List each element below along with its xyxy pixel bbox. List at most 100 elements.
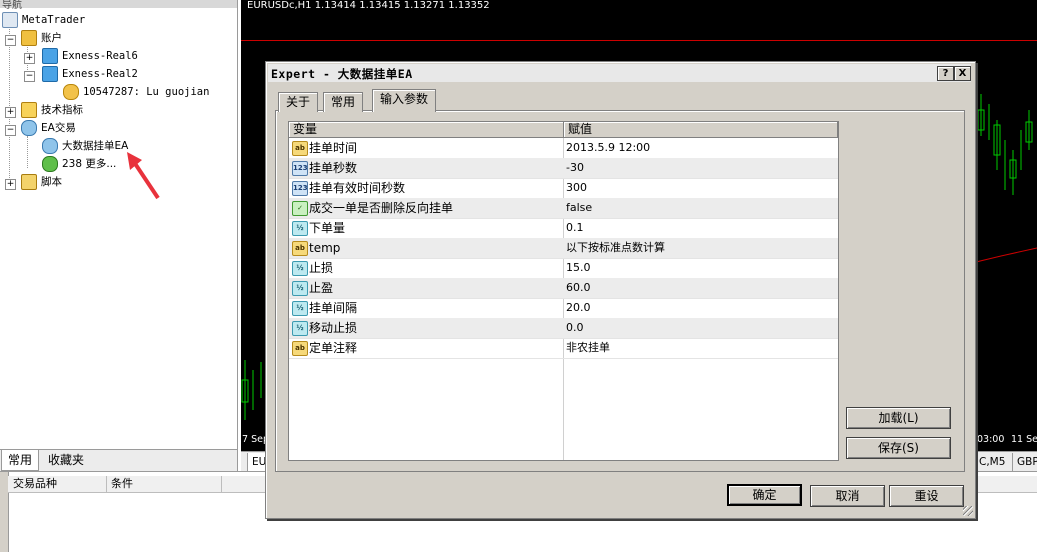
param-type-ab-icon: ab	[292, 141, 308, 156]
parameters-header: 变量 赋值	[289, 122, 838, 138]
param-type-v2-icon: ½	[292, 221, 308, 236]
header-value[interactable]: 赋值	[564, 122, 838, 137]
ok-button[interactable]: 确定	[727, 484, 802, 506]
expert-advisor-icon	[42, 138, 58, 154]
header-variable[interactable]: 变量	[289, 122, 564, 137]
user-icon	[63, 84, 79, 100]
parameter-value[interactable]: 以下按标准点数计算	[566, 238, 834, 258]
parameters-table: 变量 赋值 ab 挂单时间 2013.5.9 12:00 123 挂单秒数 -30 123 挂…	[288, 121, 839, 461]
parameter-row[interactable]: ½ 止损 15.0	[289, 258, 838, 279]
chart-date-right: 11 Sep	[1011, 434, 1037, 445]
tree-ea[interactable]: EA交易	[21, 119, 76, 137]
tree-account-user-label: 10547287: Lu guojian	[83, 86, 210, 98]
tree-accounts[interactable]: 账户	[21, 29, 62, 47]
chart-title: EURUSDc,H1 1.13414 1.13415 1.13271 1.133…	[247, 0, 490, 11]
tab-about[interactable]: 关于	[278, 92, 319, 112]
resize-grip-icon[interactable]	[963, 506, 973, 516]
chart-level-line	[241, 40, 1037, 41]
dialog-titlebar[interactable]: Expert - 大数据挂单EA ? X	[268, 64, 971, 82]
navigator-tab-common[interactable]: 常用	[1, 450, 40, 471]
expand-scripts-icon[interactable]: +	[5, 179, 16, 190]
parameter-row[interactable]: ½ 止盈 60.0	[289, 278, 838, 299]
param-type-ab-icon: ab	[292, 341, 308, 356]
tree-accounts-label: 账户	[41, 32, 62, 44]
expand-account-1-icon[interactable]: +	[24, 53, 35, 64]
chart-tab-gbp[interactable]: GBP	[1012, 453, 1037, 471]
indicator-icon	[21, 102, 37, 118]
tree-ea-item-label: 大数据挂单EA	[62, 140, 129, 152]
cancel-button[interactable]: 取消	[810, 485, 885, 507]
help-button[interactable]: ?	[937, 66, 954, 81]
tree-account-1[interactable]: Exness-Real6	[42, 47, 138, 65]
parameter-value[interactable]: 15.0	[566, 258, 834, 278]
expand-accounts-icon[interactable]: −	[5, 35, 16, 46]
parameter-value[interactable]: 20.0	[566, 298, 834, 318]
tree-ea-more-label: 238 更多...	[62, 158, 117, 170]
expand-account-2-icon[interactable]: −	[24, 71, 35, 82]
close-button[interactable]: X	[954, 66, 971, 81]
expand-ea-icon[interactable]: −	[5, 125, 16, 136]
parameter-row[interactable]: ab 定单注释 非农挂单	[289, 338, 838, 359]
tree-indicators[interactable]: 技术指标	[21, 101, 83, 119]
parameter-name: 挂单时间	[309, 141, 358, 155]
param-type-v2-icon: ½	[292, 281, 308, 296]
tree-root[interactable]: MetaTrader	[2, 11, 85, 29]
parameter-row[interactable]: 123 挂单有效时间秒数 300	[289, 178, 838, 199]
parameter-row[interactable]: ½ 下单量 0.1	[289, 218, 838, 239]
parameter-row[interactable]: 123 挂单秒数 -30	[289, 158, 838, 179]
parameter-row[interactable]: ab 挂单时间 2013.5.9 12:00	[289, 138, 838, 159]
reset-button[interactable]: 重设	[889, 485, 964, 507]
save-button[interactable]: 保存(S)	[846, 437, 951, 459]
parameter-name: 挂单间隔	[309, 301, 358, 315]
param-type-bool-icon: ✓	[292, 201, 308, 216]
parameter-row[interactable]: ½ 移动止损 0.0	[289, 318, 838, 339]
server-icon	[42, 66, 58, 82]
annotation-arrow-icon	[127, 152, 160, 200]
parameter-name: 止损	[309, 261, 334, 275]
param-type-n123-icon: 123	[292, 161, 308, 176]
parameter-value[interactable]: false	[566, 198, 834, 218]
chart-time-right: 03:00	[977, 434, 1005, 445]
tree-ea-item[interactable]: 大数据挂单EA	[42, 137, 128, 155]
parameter-value[interactable]: 0.0	[566, 318, 834, 338]
parameter-row[interactable]: ½ 挂单间隔 20.0	[289, 298, 838, 319]
load-button[interactable]: 加载(L)	[846, 407, 951, 429]
param-type-n123-icon: 123	[292, 181, 308, 196]
parameter-value[interactable]: 300	[566, 178, 834, 198]
parameter-name: 移动止损	[309, 321, 358, 335]
tree-ea-more[interactable]: 238 更多...	[42, 155, 116, 173]
navigator-tab-favorites[interactable]: 收藏夹	[42, 450, 90, 470]
toolbox-col-condition[interactable]: 条件	[106, 476, 222, 492]
tree-indicators-label: 技术指标	[41, 104, 83, 116]
chart-tab-m5[interactable]: C,M5	[974, 453, 1009, 471]
parameter-name: 成交一单是否删除反向挂单	[309, 201, 454, 215]
tree-account-2-label: Exness-Real2	[62, 68, 138, 80]
dialog-title: Expert - 大数据挂单EA	[271, 67, 413, 81]
expand-indicators-icon[interactable]: +	[5, 107, 16, 118]
tree-ea-label: EA交易	[41, 122, 76, 134]
tab-inputs[interactable]: 输入参数	[372, 89, 437, 112]
tab-common[interactable]: 常用	[323, 92, 364, 112]
tree-account-2[interactable]: Exness-Real2	[42, 65, 138, 83]
parameter-row[interactable]: ab temp 以下按标准点数计算	[289, 238, 838, 259]
tree-scripts[interactable]: 脚本	[21, 173, 62, 191]
tree-account-user[interactable]: 10547287: Lu guojian	[63, 83, 209, 101]
expert-properties-dialog: Expert - 大数据挂单EA ? X 关于 常用 输入参数 变量 赋值 ab…	[265, 61, 976, 519]
parameter-value[interactable]: 0.1	[566, 218, 834, 238]
accounts-icon	[21, 30, 37, 46]
parameter-value[interactable]: 非农挂单	[566, 338, 834, 358]
param-type-v2-icon: ½	[292, 321, 308, 336]
parameter-value[interactable]: 2013.5.9 12:00	[566, 138, 834, 158]
parameter-name: 止盈	[309, 281, 334, 295]
parameter-name: temp	[309, 241, 341, 255]
navigator-tabs: 常用 收藏夹	[0, 449, 237, 471]
parameter-row[interactable]: ✓ 成交一单是否删除反向挂单 false	[289, 198, 838, 219]
parameter-name: 下单量	[309, 221, 346, 235]
tree-scripts-label: 脚本	[41, 176, 62, 188]
param-type-v2-icon: ½	[292, 301, 308, 316]
navigator-panel: 导航 MetaTrader − 账户 + Exness-Real6 − Exne…	[0, 0, 238, 471]
parameter-value[interactable]: -30	[566, 158, 834, 178]
toolbox-col-symbol[interactable]: 交易品种	[8, 476, 107, 492]
expert-advisor-icon	[21, 120, 37, 136]
parameter-value[interactable]: 60.0	[566, 278, 834, 298]
